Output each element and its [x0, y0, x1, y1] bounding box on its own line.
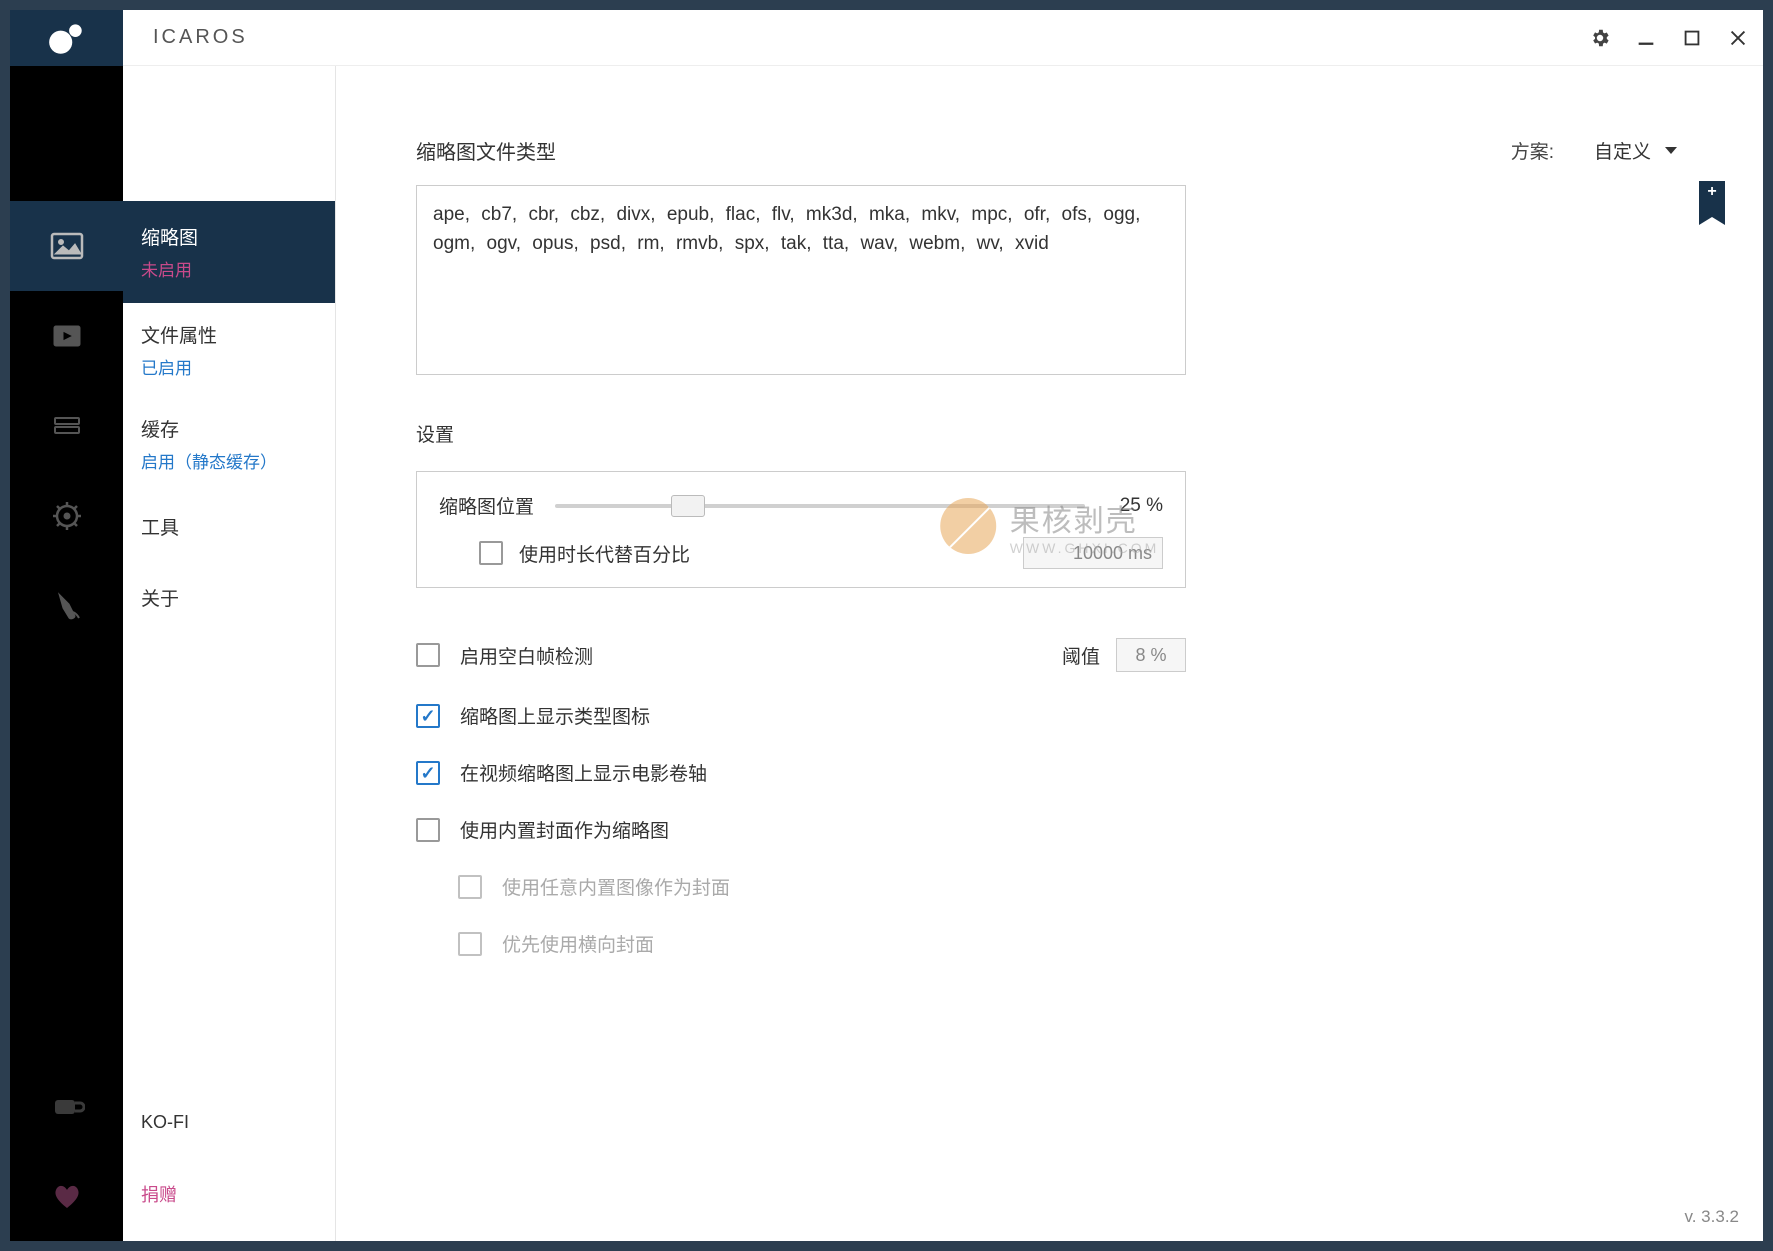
- app-title: ICAROS: [153, 26, 248, 49]
- settings-icon[interactable]: [1587, 25, 1613, 51]
- icon-rail: [10, 66, 123, 1241]
- overlay-icon-checkbox[interactable]: [416, 704, 440, 728]
- prefer-landscape-checkbox: [458, 932, 482, 956]
- plus-icon: +: [1699, 183, 1725, 201]
- sidebar-item-cache[interactable]: 缓存 启用（静态缓存）: [123, 397, 335, 491]
- settings-header: 设置: [416, 420, 1683, 447]
- rail-about[interactable]: [10, 561, 123, 651]
- any-embedded-cover-checkbox: [458, 875, 482, 899]
- slider-thumb[interactable]: [671, 495, 705, 517]
- sidebar-item-title: 关于: [141, 584, 317, 611]
- sidebar-item-about[interactable]: 关于: [123, 562, 335, 633]
- sidebar-item-status: 未启用: [141, 256, 317, 281]
- maximize-button[interactable]: [1679, 25, 1705, 51]
- slider-label: 缩略图位置: [439, 492, 535, 519]
- duration-ms-input[interactable]: [1023, 537, 1163, 569]
- sidebar-item-title: 工具: [141, 513, 317, 540]
- sidebar-item-title: 缓存: [141, 415, 317, 442]
- scheme-dropdown[interactable]: 自定义: [1594, 137, 1683, 164]
- rail-thumbnails[interactable]: [10, 201, 123, 291]
- use-duration-label: 使用时长代替百分比: [519, 540, 690, 567]
- app-logo: [10, 10, 123, 66]
- any-embedded-cover-label: 使用任意内置图像作为封面: [502, 873, 730, 900]
- rail-properties[interactable]: [10, 291, 123, 381]
- filetype-header: 缩略图文件类型: [416, 136, 556, 165]
- sidebar-item-title: 缩略图: [141, 223, 317, 250]
- slider-value: 25 %: [1105, 495, 1163, 517]
- close-button[interactable]: [1725, 25, 1751, 51]
- scheme-label: 方案:: [1511, 137, 1554, 164]
- rail-donate[interactable]: [10, 1151, 123, 1241]
- titlebar: ICAROS: [10, 10, 1763, 66]
- add-preset-button[interactable]: +: [1699, 181, 1725, 217]
- scheme-value: 自定义: [1594, 137, 1651, 164]
- minimize-button[interactable]: [1633, 25, 1659, 51]
- blank-detection-label: 启用空白帧检测: [460, 642, 593, 669]
- extensions-box[interactable]: ape, cb7, cbr, cbz, divx, epub, flac, fl…: [416, 185, 1186, 375]
- overlay-icon-label: 缩略图上显示类型图标: [460, 702, 650, 729]
- blank-detection-checkbox[interactable]: [416, 643, 440, 667]
- rail-tools[interactable]: [10, 471, 123, 561]
- rail-cache[interactable]: [10, 381, 123, 471]
- sidebar-item-tools[interactable]: 工具: [123, 491, 335, 562]
- position-slider-box: 缩略图位置 25 % 使用时长代替百分比: [416, 471, 1186, 588]
- content-area: 缩略图文件类型 方案: 自定义 ape, cb7, cbr, cbz, divx…: [336, 66, 1763, 1241]
- use-cover-checkbox[interactable]: [416, 818, 440, 842]
- film-reel-checkbox[interactable]: [416, 761, 440, 785]
- chevron-down-icon: [1665, 147, 1677, 154]
- threshold-input[interactable]: [1116, 638, 1186, 672]
- sidebar-item-thumbnails[interactable]: 缩略图 未启用: [123, 201, 335, 303]
- sidebar-item-properties[interactable]: 文件属性 已启用: [123, 303, 335, 397]
- threshold-label: 阈值: [1062, 642, 1100, 669]
- use-cover-label: 使用内置封面作为缩略图: [460, 816, 669, 843]
- side-panel: 缩略图 未启用 文件属性 已启用 缓存 启用（静态缓存） 工具 关于: [123, 66, 336, 1241]
- sidebar-kofi[interactable]: KO-FI: [123, 1088, 335, 1157]
- sidebar-item-status: 已启用: [141, 354, 317, 379]
- position-slider[interactable]: [555, 494, 1085, 518]
- prefer-landscape-label: 优先使用横向封面: [502, 930, 654, 957]
- rail-kofi[interactable]: [10, 1061, 123, 1151]
- sidebar-item-title: 文件属性: [141, 321, 317, 348]
- film-reel-label: 在视频缩略图上显示电影卷轴: [460, 759, 707, 786]
- sidebar-donate[interactable]: 捐赠: [123, 1157, 335, 1231]
- version-label: v. 3.3.2: [1685, 1207, 1740, 1227]
- use-duration-checkbox[interactable]: [479, 541, 503, 565]
- sidebar-item-status: 启用（静态缓存）: [141, 448, 317, 473]
